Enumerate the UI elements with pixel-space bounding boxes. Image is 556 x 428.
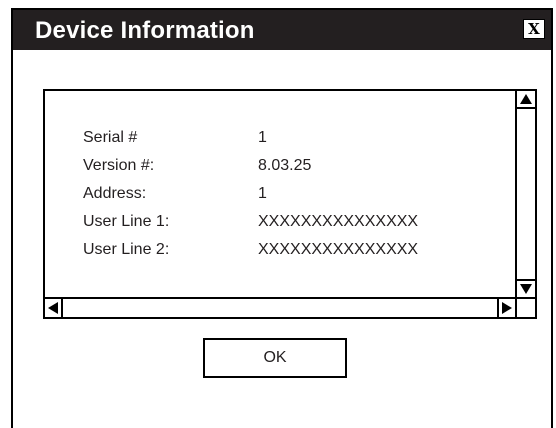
close-button[interactable]: X [523,19,545,39]
version-value: 8.03.25 [258,157,312,174]
user-line-2-value: XXXXXXXXXXXXXXX [258,241,419,258]
version-label: Version #: [83,157,155,174]
dialog-title: Device Information [35,17,255,44]
info-row-serial: Serial # 1 [83,129,503,151]
scroll-up-button[interactable] [517,91,535,109]
info-row-user-line-1: User Line 1: XXXXXXXXXXXXXXX [83,213,503,235]
user-line-2-label: User Line 2: [83,241,170,258]
device-information-dialog: Device Information X Serial # 1 Version … [11,8,553,428]
vertical-scrollbar[interactable] [515,91,535,297]
info-row-user-line-2: User Line 2: XXXXXXXXXXXXXXX [83,241,503,263]
title-bar: Device Information X [13,10,551,50]
scroll-down-arrow-icon [520,284,532,294]
address-value: 1 [258,185,267,202]
scroll-left-button[interactable] [45,299,63,317]
scroll-right-arrow-icon [502,302,512,314]
address-label: Address: [83,185,147,202]
scroll-down-button[interactable] [517,279,535,297]
user-line-1-label: User Line 1: [83,213,170,230]
close-icon: X [528,19,540,38]
serial-value: 1 [258,129,267,146]
device-info-panel: Serial # 1 Version #: 8.03.25 Address: 1… [43,89,537,319]
user-line-1-value: XXXXXXXXXXXXXXX [258,213,419,230]
serial-label: Serial # [83,129,138,146]
device-info-list: Serial # 1 Version #: 8.03.25 Address: 1… [45,91,515,297]
scroll-left-arrow-icon [48,302,58,314]
scrollbar-corner [515,297,535,317]
info-row-version: Version #: 8.03.25 [83,157,503,179]
scroll-up-arrow-icon [520,94,532,104]
ok-button[interactable]: OK [203,338,347,378]
scroll-right-button[interactable] [497,299,515,317]
info-row-address: Address: 1 [83,185,503,207]
horizontal-scrollbar[interactable] [45,297,515,317]
